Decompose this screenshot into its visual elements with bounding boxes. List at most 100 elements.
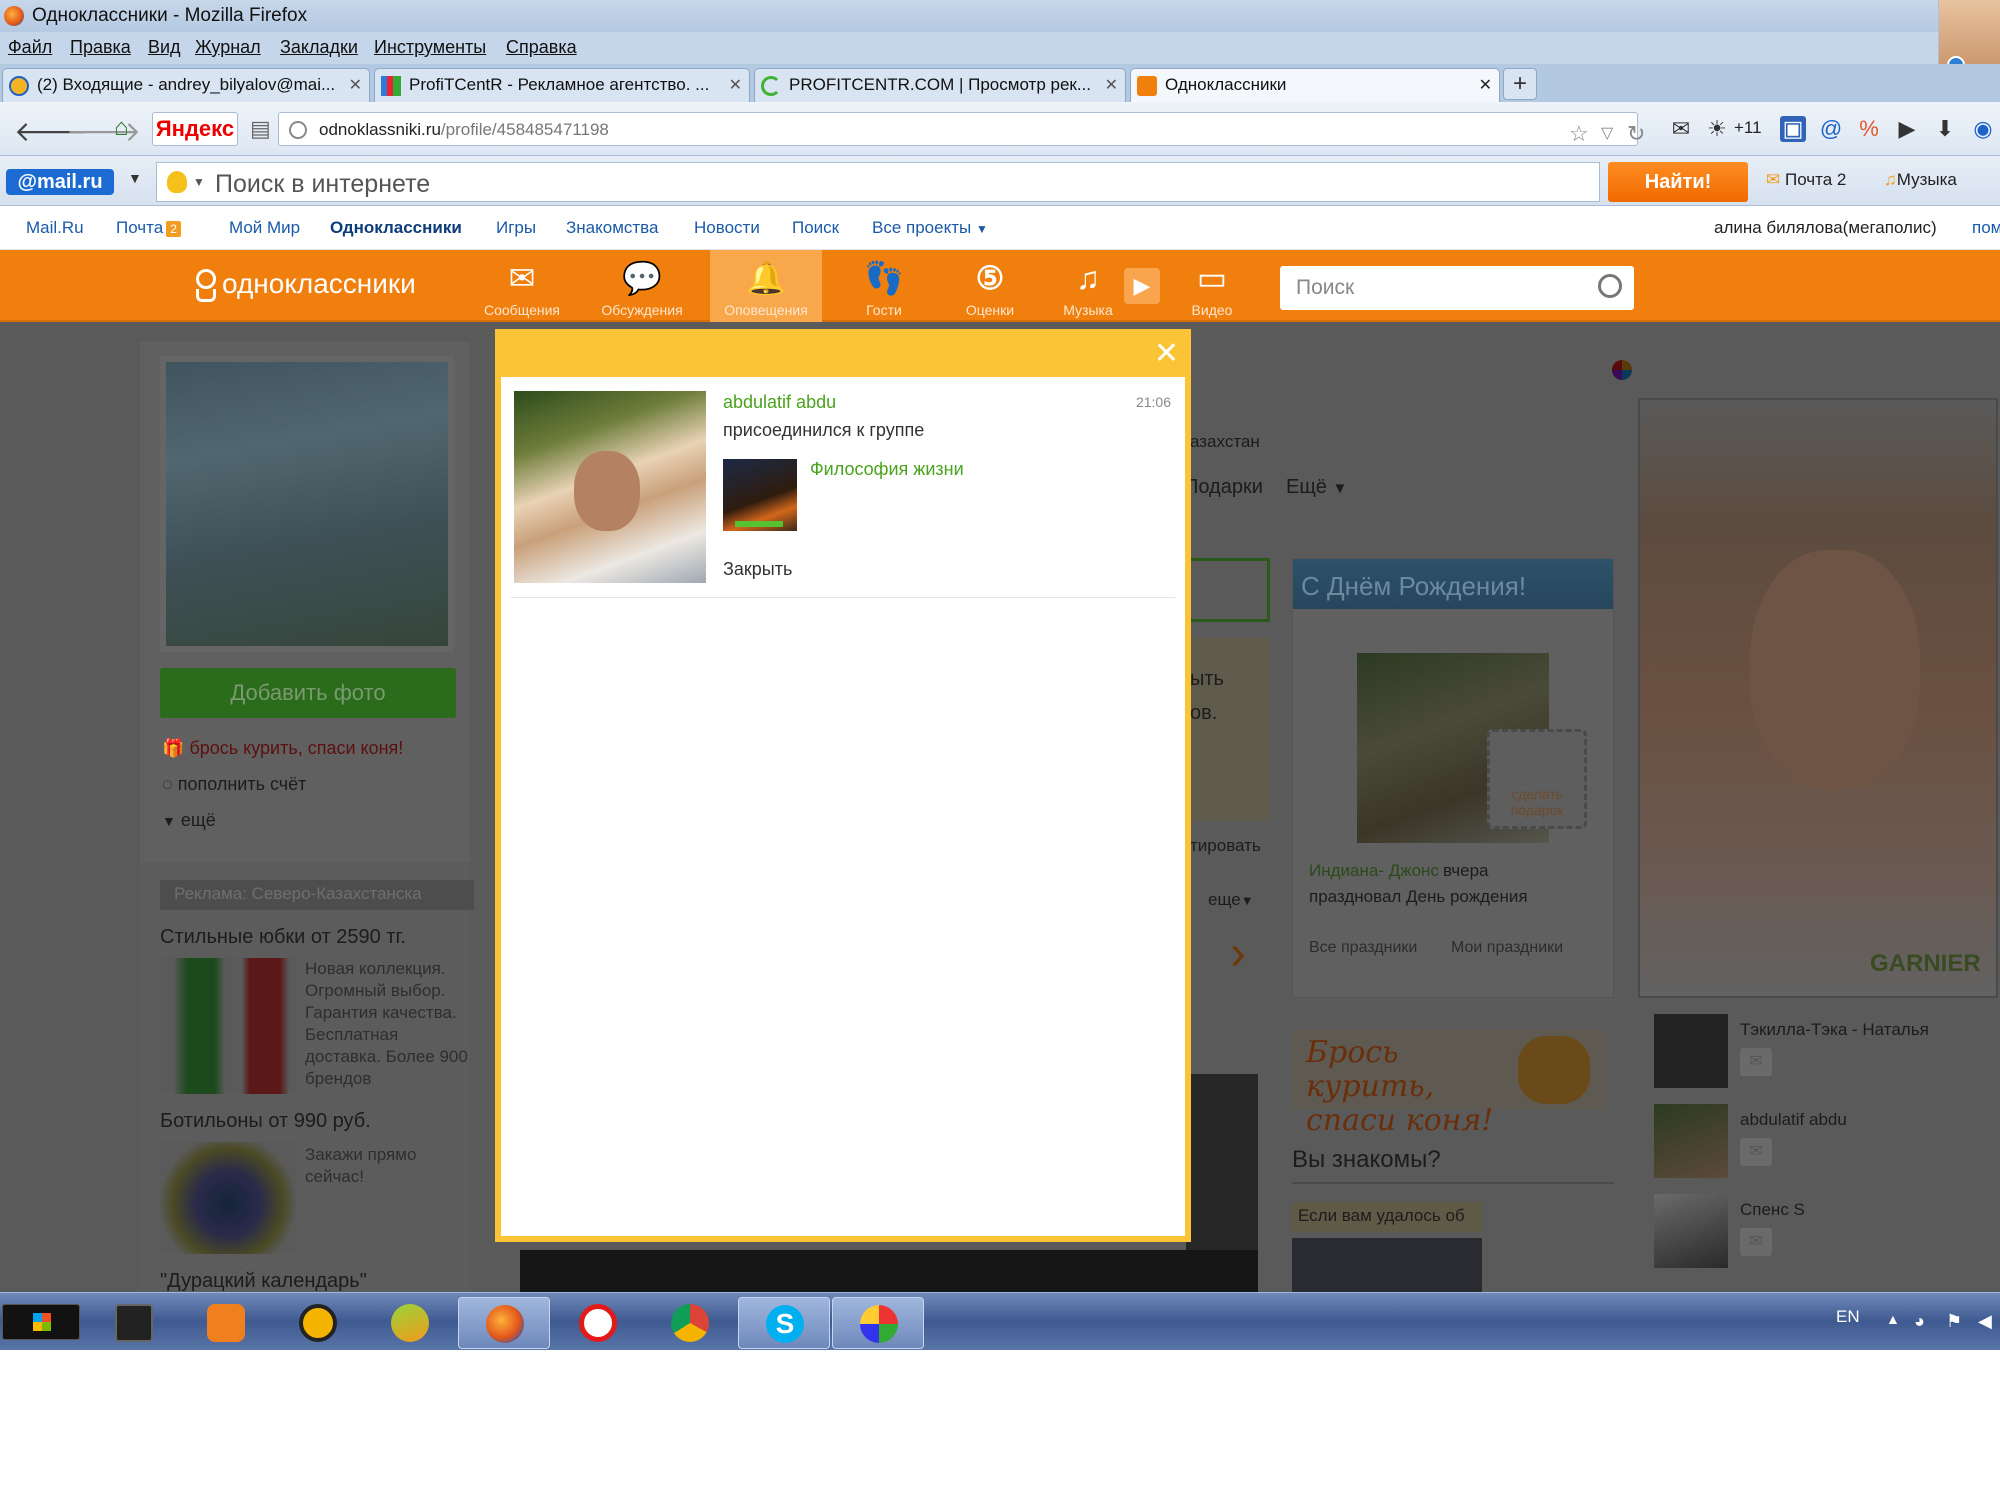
message-icon[interactable]: ✉ xyxy=(1740,1048,1772,1076)
mail-toolbar-item[interactable]: ✉ Почта 2 xyxy=(1766,170,1846,190)
tab-profitcentr[interactable]: ProfiTCentR - Рекламное агентство. ... ✕ xyxy=(374,68,750,102)
close-tab-icon[interactable]: ✕ xyxy=(349,75,362,95)
portal-link-all-projects[interactable]: Все проекты ▼ xyxy=(872,218,988,238)
friend-name[interactable]: Спенс S xyxy=(1740,1200,1805,1220)
web-search-input[interactable]: ▼ Поиск в интернете xyxy=(156,162,1600,202)
friend-name[interactable]: Тэкилла-Тэка - Наталья xyxy=(1740,1020,1929,1040)
ad-title[interactable]: Стильные юбки от 2590 тг. xyxy=(160,926,406,949)
menu-history[interactable]: Журнал xyxy=(195,37,261,58)
mailru-logo[interactable]: @mail.ru xyxy=(6,169,114,195)
percent-icon[interactable]: % xyxy=(1856,116,1882,142)
profile-menu-quit-smoking[interactable]: 🎁 брось курить, спаси коня! xyxy=(162,738,403,759)
nav-video[interactable]: ▭ Видео xyxy=(1156,250,1268,322)
profile-menu-more[interactable]: ▼ ещё xyxy=(162,810,216,831)
portal-link-news[interactable]: Новости xyxy=(694,218,760,238)
friend-avatar[interactable] xyxy=(1654,1194,1728,1268)
chevron-down-icon[interactable]: ▽ xyxy=(1601,123,1613,143)
close-tab-icon[interactable]: ✕ xyxy=(1479,75,1492,95)
at-icon[interactable]: @ xyxy=(1818,116,1844,142)
address-bar[interactable]: odnoklassniki.ru/profile/458485471198 ☆ … xyxy=(278,112,1645,147)
flag-icon[interactable]: ⚑ xyxy=(1946,1311,1962,1332)
menu-edit[interactable]: Правка xyxy=(70,37,131,58)
feed-photo-partial[interactable] xyxy=(1186,1074,1258,1250)
tab-odnoklassniki[interactable]: Одноклассники ✕ xyxy=(1130,68,1500,103)
menu-view[interactable]: Вид xyxy=(148,37,181,58)
music-play-icon[interactable]: ▶ xyxy=(1124,268,1160,304)
chevron-down-icon[interactable]: ▼ xyxy=(193,175,205,189)
ad-title[interactable]: Ботильоны от 990 руб. xyxy=(160,1110,371,1133)
close-tab-icon[interactable]: ✕ xyxy=(729,75,742,95)
portal-link-mailru[interactable]: Mail.Ru xyxy=(26,218,84,238)
tab-more[interactable]: Ещё ▼ xyxy=(1286,476,1347,499)
start-button[interactable] xyxy=(2,1304,80,1340)
network-icon[interactable]: ◕ xyxy=(1914,1311,1925,1332)
profile-menu-topup[interactable]: ◌ пополнить счёт xyxy=(162,774,306,795)
status-box[interactable] xyxy=(1190,558,1270,622)
ok-search-input[interactable]: Поиск xyxy=(1280,266,1634,310)
tab-gifts[interactable]: Подарки xyxy=(1184,476,1263,499)
portal-link-dating[interactable]: Знакомства xyxy=(566,218,658,238)
current-user[interactable]: алина билялова(мегаполис) xyxy=(1714,218,1937,238)
language-indicator[interactable]: EN xyxy=(1836,1307,1860,1327)
ad-image-skirts[interactable] xyxy=(160,958,296,1094)
profile-photo[interactable] xyxy=(160,356,454,652)
quit-smoking-promo[interactable]: Брось курить, спаси коня! xyxy=(1292,1030,1606,1138)
nav-notifications[interactable]: 🔔 Оповещения xyxy=(710,250,822,322)
more-link[interactable]: еще▼ xyxy=(1208,890,1254,910)
friend-name[interactable]: abdulatif abdu xyxy=(1740,1110,1847,1130)
yandex-button[interactable]: Яндекс xyxy=(152,112,238,146)
ad-banner[interactable]: GARNIER xyxy=(1638,398,1998,998)
friend-avatar[interactable] xyxy=(1654,1104,1728,1178)
volume-icon[interactable]: ◀ xyxy=(1978,1311,1992,1332)
message-icon[interactable]: ✉ xyxy=(1740,1228,1772,1256)
notification-avatar[interactable] xyxy=(514,391,706,583)
ok-logo[interactable]: одноклассники xyxy=(194,268,416,303)
taskbar-app[interactable] xyxy=(552,1297,644,1349)
home-icon[interactable]: ⌂ xyxy=(114,114,129,142)
help-link[interactable]: пом xyxy=(1972,218,2000,238)
taskbar-app[interactable] xyxy=(644,1297,736,1349)
forward-icon[interactable]: 🡒 xyxy=(66,114,141,148)
close-tab-icon[interactable]: ✕ xyxy=(1105,75,1118,95)
portal-link-games[interactable]: Игры xyxy=(496,218,536,238)
menu-file[interactable]: Файл xyxy=(8,37,52,58)
group-link[interactable]: Философия жизни xyxy=(810,459,964,480)
find-button[interactable]: Найти! xyxy=(1608,162,1748,202)
nav-guests[interactable]: 👣 Гости xyxy=(828,250,940,322)
nav-discussions[interactable]: 💬 Обсуждения xyxy=(586,250,698,322)
group-thumbnail[interactable] xyxy=(723,459,797,531)
chevron-down-icon[interactable]: ▼ xyxy=(128,170,142,186)
add-photo-button[interactable]: Добавить фото xyxy=(160,668,456,718)
menu-help[interactable]: Справка xyxy=(506,37,577,58)
message-icon[interactable]: ✉ xyxy=(1740,1138,1772,1166)
portal-link-myworld[interactable]: Мой Мир xyxy=(229,218,300,238)
sync-icon[interactable]: ◉ xyxy=(1970,116,1996,142)
ad-title[interactable]: "Дурацкий календарь" xyxy=(160,1270,367,1292)
new-tab-button[interactable]: + xyxy=(1503,68,1537,100)
taskbar-app-active[interactable] xyxy=(458,1297,550,1349)
portal-link-search[interactable]: Поиск xyxy=(792,218,839,238)
taskbar-app[interactable] xyxy=(272,1297,364,1349)
tab-inbox[interactable]: (2) Входящие - andrey_bilyalov@mai... ✕ xyxy=(2,68,370,102)
taskbar-app-active[interactable]: S xyxy=(738,1297,830,1349)
play-icon[interactable]: ▶ xyxy=(1894,116,1920,142)
close-notification-link[interactable]: Закрыть xyxy=(723,559,792,580)
nav-messages[interactable]: ✉ Сообщения xyxy=(466,250,578,322)
birthday-person[interactable]: Индиана- Джонс xyxy=(1309,861,1439,881)
color-wheel-icon[interactable] xyxy=(1612,360,1632,380)
taskbar-app[interactable] xyxy=(180,1297,272,1349)
all-holidays-link[interactable]: Все праздники xyxy=(1309,939,1417,957)
comment-link-fragment[interactable]: тировать xyxy=(1190,836,1261,856)
menu-bookmarks[interactable]: Закладки xyxy=(280,37,358,58)
save-icon[interactable]: ▣ xyxy=(1780,116,1806,142)
weather-icon[interactable]: ☀ xyxy=(1704,116,1730,142)
taskbar-app[interactable] xyxy=(364,1297,456,1349)
close-icon[interactable]: ✕ xyxy=(1154,339,1179,369)
tab-profitcentr-view[interactable]: PROFITCENTR.COM | Просмотр рек... ✕ xyxy=(754,68,1126,102)
my-holidays-link[interactable]: Мои праздники xyxy=(1451,939,1563,957)
music-toolbar-item[interactable]: ♫Музыка xyxy=(1884,170,1957,190)
chevron-right-icon[interactable]: › xyxy=(1230,926,1246,981)
star-icon[interactable]: ☆ xyxy=(1569,121,1589,147)
taskbar-app-active[interactable] xyxy=(832,1297,924,1349)
portal-link-ok[interactable]: Одноклассники xyxy=(330,218,462,238)
